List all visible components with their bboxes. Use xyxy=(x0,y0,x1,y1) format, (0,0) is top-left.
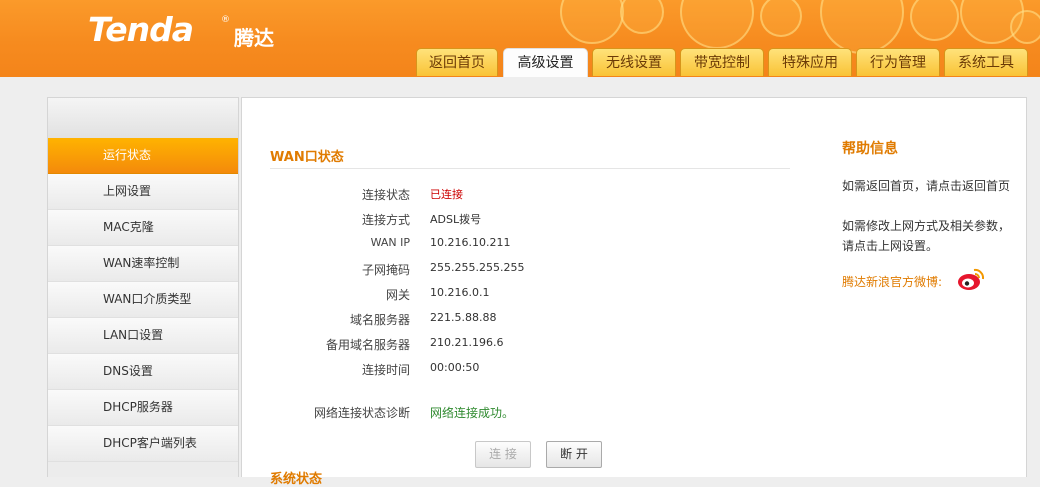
connection-time-value: 00:00:50 xyxy=(430,361,480,374)
subnet-mask-label: 子网掩码 xyxy=(361,263,410,277)
decorative-bubble xyxy=(560,0,624,44)
sidebar-item-wan-rate-control[interactable]: WAN速率控制 xyxy=(48,246,238,282)
decorative-bubble xyxy=(820,0,904,54)
connection-type-value: ADSL拨号 xyxy=(430,213,482,226)
sidebar-header xyxy=(48,98,238,138)
diagnosis-label: 网络连接状态诊断 xyxy=(313,406,410,420)
backup-dns-value: 210.21.196.6 xyxy=(430,336,504,349)
weibo-icon[interactable] xyxy=(956,266,986,292)
gateway-value: 10.216.0.1 xyxy=(430,286,490,299)
tab-home[interactable]: 返回首页 xyxy=(416,48,498,76)
sidebar-item-run-status[interactable]: 运行状态 xyxy=(48,138,238,174)
dns-server-value: 221.5.88.88 xyxy=(430,311,497,324)
brand-cn-name: 腾达 xyxy=(234,26,274,50)
connection-status-value: 已连接 xyxy=(430,188,463,201)
help-title: 帮助信息 xyxy=(842,141,898,157)
system-status-title: 系统状态 xyxy=(270,472,323,487)
subnet-mask-value: 255.255.255.255 xyxy=(430,261,525,274)
gateway-label: 网关 xyxy=(385,288,410,302)
decorative-bubble xyxy=(1010,10,1040,44)
tenda-logo: Tenda xyxy=(88,10,194,49)
sidebar: 运行状态 上网设置 MAC克隆 WAN速率控制 WAN口介质类型 LAN口设置 … xyxy=(47,97,239,477)
connection-time-label: 连接时间 xyxy=(361,363,410,377)
sidebar-item-dhcp-server[interactable]: DHCP服务器 xyxy=(48,390,238,426)
connection-type-label: 连接方式 xyxy=(361,213,410,227)
decorative-bubble xyxy=(680,0,754,49)
wan-ip-value: 10.216.10.211 xyxy=(430,236,511,249)
tab-advanced-settings[interactable]: 高级设置 xyxy=(503,48,588,77)
sidebar-item-wan-media-type[interactable]: WAN口介质类型 xyxy=(48,282,238,318)
help-panel: 帮助信息 如需返回首页，请点击返回首页 如需修改上网方式及相关参数，请点击上网设… xyxy=(819,97,1027,477)
tab-system-tools[interactable]: 系统工具 xyxy=(944,48,1028,76)
backup-dns-label: 备用域名服务器 xyxy=(325,338,410,352)
tab-bandwidth-control[interactable]: 带宽控制 xyxy=(680,48,764,76)
sidebar-item-dhcp-client-list[interactable]: DHCP客户端列表 xyxy=(48,426,238,462)
wan-status-title: WAN口状态 xyxy=(270,150,344,165)
main-panel: WAN口状态 连接状态 已连接 连接方式 ADSL拨号 WAN IP 10.21… xyxy=(241,97,820,487)
dns-server-label: 域名服务器 xyxy=(349,313,410,327)
decorative-bubble xyxy=(910,0,959,41)
connect-button[interactable]: 连 接 xyxy=(475,441,531,468)
connection-status-label: 连接状态 xyxy=(361,188,410,202)
wan-ip-label: WAN IP xyxy=(370,236,410,249)
diagnosis-value: 网络连接成功。 xyxy=(430,406,515,420)
sidebar-item-mac-clone[interactable]: MAC克隆 xyxy=(48,210,238,246)
decorative-bubble xyxy=(620,0,664,34)
tab-behavior-management[interactable]: 行为管理 xyxy=(856,48,940,76)
section-divider xyxy=(270,168,790,169)
sidebar-item-dns-settings[interactable]: DNS设置 xyxy=(48,354,238,390)
weibo-label[interactable]: 腾达新浪官方微博: xyxy=(842,273,942,290)
header-banner: Tenda ® 腾达 返回首页 高级设置 无线设置 带宽控制 特殊应用 行为管理… xyxy=(0,0,1040,77)
tab-wireless-settings[interactable]: 无线设置 xyxy=(592,48,676,76)
help-text-home: 如需返回首页，请点击返回首页 xyxy=(842,179,1011,193)
sidebar-item-lan-settings[interactable]: LAN口设置 xyxy=(48,318,238,354)
registered-mark: ® xyxy=(221,15,230,25)
tab-special-applications[interactable]: 特殊应用 xyxy=(768,48,852,76)
decorative-bubble xyxy=(760,0,802,37)
help-text-internet: 如需修改上网方式及相关参数，请点击上网设置。 xyxy=(842,219,1011,253)
disconnect-button[interactable]: 断 开 xyxy=(546,441,602,468)
sidebar-item-internet-settings[interactable]: 上网设置 xyxy=(48,174,238,210)
